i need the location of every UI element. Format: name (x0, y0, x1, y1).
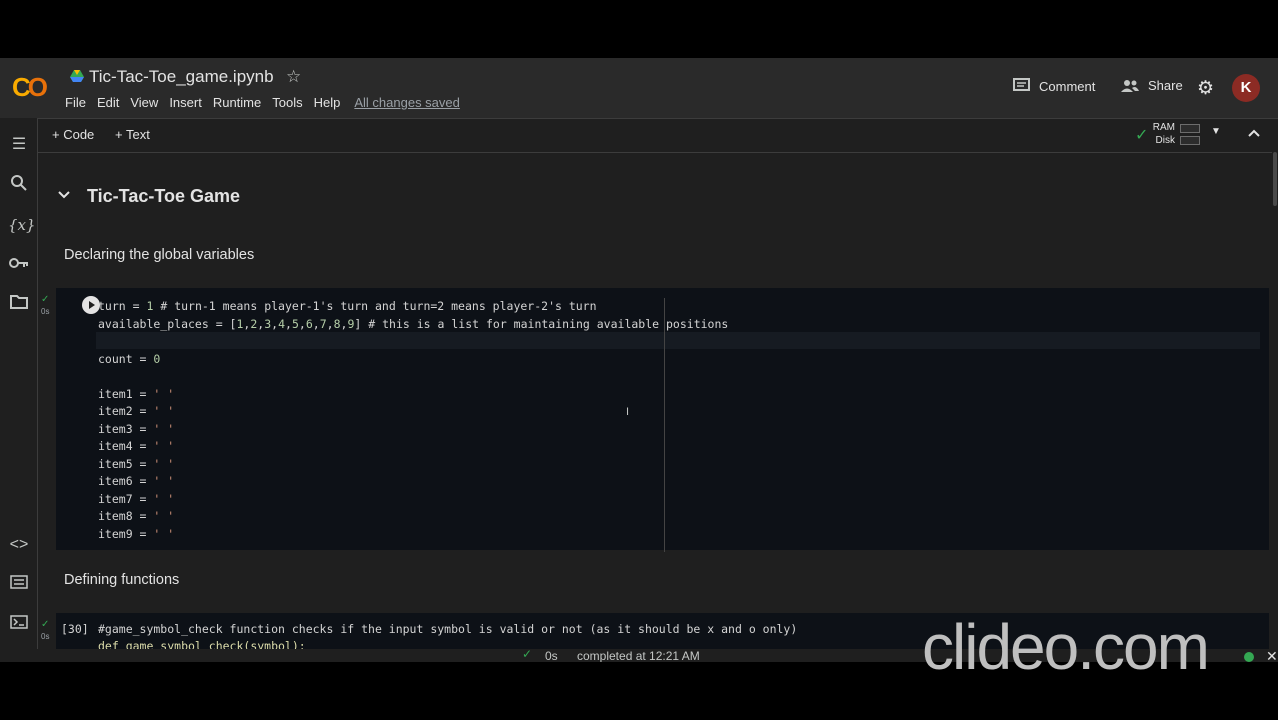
add-code-button[interactable]: + Code (52, 127, 94, 142)
resources-indicator[interactable]: RAM Disk (1148, 121, 1175, 147)
ram-label: RAM (1152, 122, 1175, 133)
ram-bar (1180, 124, 1200, 133)
scrollbar-thumb[interactable] (1273, 152, 1277, 206)
key-icon[interactable] (8, 254, 30, 276)
cell2-executed-check-icon: ✓ (41, 619, 50, 630)
colab-window: CO Tic-Tac-Toe_game.ipynb ☆ File Edit Vi… (0, 58, 1278, 662)
code-snippets-icon[interactable]: <> (8, 534, 30, 556)
cell1-exec-time: 0s (41, 307, 50, 316)
menu-help[interactable]: Help (314, 95, 341, 110)
markdown-text-1: Declaring the global variables (64, 247, 255, 263)
cell1-executed-check-icon: ✓ (41, 294, 50, 305)
drive-icon (70, 70, 84, 82)
settings-gear-icon[interactable]: ⚙ (1197, 77, 1214, 100)
menu-edit[interactable]: Edit (97, 95, 119, 110)
section-collapse-chevron-icon[interactable] (58, 186, 70, 202)
comment-label: Comment (1039, 78, 1096, 94)
folder-icon[interactable] (8, 294, 30, 316)
search-icon[interactable] (8, 174, 30, 196)
share-button[interactable]: Share (1120, 78, 1183, 93)
disk-label: Disk (1155, 135, 1175, 146)
cell2-line1[interactable]: #game_symbol_check function checks if th… (98, 621, 797, 639)
menu-runtime[interactable]: Runtime (213, 95, 261, 110)
notebook-content: Tic-Tac-Toe Game Declaring the global va… (38, 152, 1272, 662)
close-icon[interactable]: ✕ (1266, 648, 1278, 665)
status-time: 0s (545, 649, 558, 662)
avatar[interactable]: K (1232, 74, 1260, 102)
watermark-dot (1244, 652, 1254, 662)
share-people-icon (1121, 79, 1139, 92)
connected-check-icon: ✓ (1135, 127, 1149, 144)
star-icon[interactable]: ☆ (286, 67, 301, 87)
notebook-toolbar: + Code + Text ✓ RAM Disk ▼ (38, 118, 1278, 153)
menu-insert[interactable]: Insert (169, 95, 202, 110)
header: CO Tic-Tac-Toe_game.ipynb ☆ File Edit Vi… (0, 58, 1278, 118)
save-status[interactable]: All changes saved (354, 95, 460, 110)
notebook-title[interactable]: Tic-Tac-Toe_game.ipynb (89, 67, 274, 87)
runtime-dropdown-icon[interactable]: ▼ (1211, 126, 1221, 137)
share-label: Share (1148, 78, 1183, 93)
terminal-icon[interactable] (8, 614, 30, 636)
cell2-exec-count: [30] (61, 622, 89, 636)
comment-icon (1013, 78, 1030, 91)
menu-bar: File Edit View Insert Runtime Tools Help… (65, 95, 471, 110)
menu-view[interactable]: View (130, 95, 158, 110)
markdown-text-2: Defining functions (64, 572, 180, 588)
comment-button[interactable]: Comment (1013, 78, 1095, 94)
watermark: clideo.com (922, 611, 1210, 683)
disk-bar (1180, 136, 1200, 145)
menu-tools[interactable]: Tools (272, 95, 302, 110)
left-sidebar: ☰ {x} <> (0, 118, 38, 662)
menu-file[interactable]: File (65, 95, 86, 110)
command-palette-icon[interactable] (8, 574, 30, 596)
status-check-icon: ✓ (522, 647, 533, 661)
collapse-chevron-up-icon[interactable] (1248, 125, 1260, 140)
text-cursor-icon: I (626, 406, 630, 418)
section-heading: Tic-Tac-Toe Game (87, 186, 241, 206)
add-text-button[interactable]: + Text (115, 127, 150, 142)
resource-bars (1180, 124, 1200, 146)
cell1-code[interactable]: turn = 1 # turn-1 means player-1's turn … (98, 298, 728, 543)
variables-icon[interactable]: {x} (8, 214, 36, 236)
table-of-contents-icon[interactable]: ☰ (8, 134, 30, 156)
status-completed[interactable]: completed at 12:21 AM (577, 649, 700, 662)
colab-logo[interactable]: CO (12, 72, 48, 103)
code-cell-1[interactable]: turn = 1 # turn-1 means player-1's turn … (56, 288, 1269, 552)
cell2-exec-time: 0s (41, 632, 50, 641)
vertical-scrollbar[interactable] (1272, 152, 1278, 662)
